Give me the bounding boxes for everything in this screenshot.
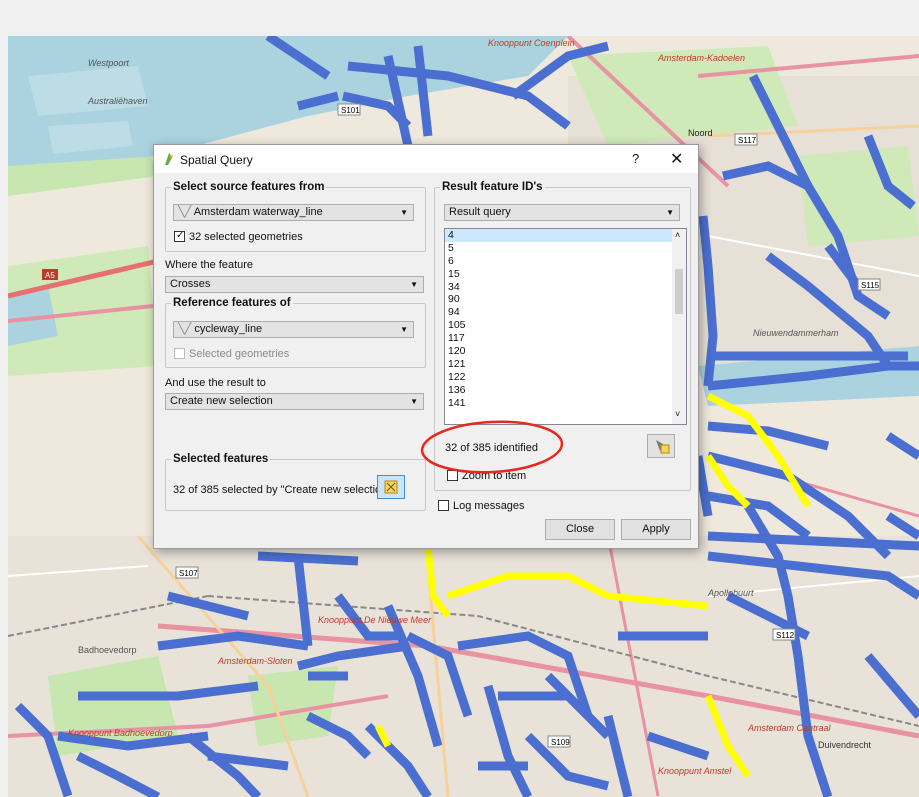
line-layer-icon: ╲╱ — [178, 323, 195, 335]
zoom-selection-icon — [384, 480, 398, 494]
label-knooppunt-coenplein: Knooppunt Coenplein — [488, 38, 575, 48]
label-australiehaven: Australiëhaven — [87, 96, 148, 106]
dialog-titlebar[interactable]: Spatial Query ? ✕ — [154, 145, 698, 173]
scroll-down-icon[interactable]: ˅ — [675, 409, 680, 419]
shield-s101: S101 — [341, 106, 360, 115]
line-layer-icon: ╲╱ — [178, 206, 194, 218]
label-knooppunt-badhoevedorp: Knooppunt Badhoevedorp — [68, 728, 173, 738]
reference-layer-value: cycleway_line — [194, 323, 263, 335]
chevron-down-icon: ▼ — [400, 208, 408, 217]
result-query-value: Result query — [449, 206, 511, 218]
chevron-down-icon: ▼ — [410, 397, 418, 406]
list-item[interactable]: 121 — [445, 358, 672, 371]
chevron-down-icon: ▼ — [410, 280, 418, 289]
source-layer-combo[interactable]: ╲╱ Amsterdam waterway_line ▼ — [173, 204, 414, 221]
predicate-combo[interactable]: Crosses ▼ — [165, 276, 424, 293]
list-item[interactable]: 117 — [445, 332, 672, 345]
source-selected-label: 32 selected geometries — [189, 231, 303, 243]
list-item[interactable]: 15 — [445, 268, 672, 281]
shield-s112: S112 — [776, 631, 795, 640]
list-item[interactable]: 105 — [445, 319, 672, 332]
label-amsterdam-kadoelen: Amsterdam-Kadoelen — [657, 53, 745, 63]
list-item[interactable]: 120 — [445, 345, 672, 358]
where-label: Where the feature — [165, 259, 254, 271]
result-group-title: Result feature ID's — [440, 181, 545, 193]
qgis-plugin-icon — [165, 153, 173, 165]
use-result-label: And use the result to — [165, 377, 266, 389]
predicate-value: Crosses — [170, 278, 211, 290]
shield-s107: S107 — [179, 569, 198, 578]
result-action-combo[interactable]: Create new selection ▼ — [165, 393, 424, 410]
shield-a5: A5 — [45, 271, 55, 280]
reference-group-title: Reference features of — [171, 297, 293, 309]
log-messages-checkbox[interactable] — [438, 500, 449, 511]
scroll-up-icon[interactable]: ˄ — [675, 230, 680, 240]
zoom-to-results-button[interactable] — [647, 434, 675, 458]
label-duivendrecht: Duivendrecht — [818, 740, 872, 750]
label-knooppunt-de-nieuwe-meer: Knooppunt De Nieuwe Meer — [318, 615, 432, 625]
list-item[interactable]: 4 — [445, 229, 672, 242]
list-item[interactable]: 6 — [445, 255, 672, 268]
reference-selected-checkbox[interactable] — [174, 348, 185, 359]
source-layer-value: Amsterdam waterway_line — [193, 206, 323, 218]
label-westpoort: Westpoort — [88, 58, 129, 68]
label-knooppunt-amstel: Knooppunt Amstel — [658, 766, 732, 776]
label-nieuwendammerham: Nieuwendammerham — [753, 328, 839, 338]
list-item[interactable]: 136 — [445, 384, 672, 397]
list-item[interactable]: 141 — [445, 397, 672, 410]
list-item[interactable]: 122 — [445, 371, 672, 384]
source-group-title: Select source features from — [171, 181, 327, 193]
selected-features-text: 32 of 385 selected by "Create new select… — [173, 484, 392, 496]
list-item[interactable]: 90 — [445, 293, 672, 306]
label-amsterdam-centraal: Amsterdam Centraal — [747, 723, 832, 733]
label-amsterdam-sloten: Amsterdam-Sloten — [217, 656, 293, 666]
label-badhoevedorp: Badhoevedorp — [78, 645, 137, 655]
list-item[interactable]: 94 — [445, 306, 672, 319]
reference-layer-combo[interactable]: ╲╱ cycleway_line ▼ — [173, 321, 414, 338]
result-action-value: Create new selection — [170, 395, 273, 407]
shield-s117: S117 — [738, 136, 757, 145]
zoom-to-selection-button[interactable] — [377, 475, 405, 499]
label-noord: Noord — [688, 128, 713, 138]
shield-s109: S109 — [551, 738, 570, 747]
chevron-down-icon: ▼ — [666, 208, 674, 217]
selected-features-title: Selected features — [171, 453, 271, 465]
log-messages-label: Log messages — [453, 500, 525, 512]
result-query-combo[interactable]: Result query ▼ — [444, 204, 680, 221]
list-item[interactable]: 5 — [445, 242, 672, 255]
checkmark-icon: ✓ — [176, 230, 185, 241]
chevron-down-icon: ▼ — [400, 325, 408, 334]
label-apollobuurt: Apollobuurt — [707, 588, 754, 598]
spatial-query-dialog: Spatial Query ? ✕ Select source features… — [153, 144, 699, 549]
close-button[interactable]: Close — [545, 519, 615, 540]
close-x-button[interactable]: ✕ — [670, 149, 683, 169]
list-item[interactable]: 34 — [445, 281, 672, 294]
help-button[interactable]: ? — [632, 151, 639, 166]
scroll-thumb[interactable] — [675, 269, 683, 314]
annotation-circle — [420, 420, 564, 474]
list-scrollbar[interactable]: ˄ ˅ — [672, 229, 686, 424]
dialog-title: Spatial Query — [180, 153, 253, 167]
source-selected-checkbox[interactable]: ✓ — [174, 230, 185, 242]
reference-selected-label: Selected geometries — [189, 348, 290, 360]
result-ids-list[interactable]: 4 5 6 15 34 90 94 105 117 120 121 122 136 141 ˄ ˅ — [444, 228, 687, 425]
apply-button[interactable]: Apply — [621, 519, 691, 540]
top-toolbar-strip — [0, 0, 919, 36]
shield-s115: S115 — [861, 281, 880, 290]
zoom-results-icon — [656, 440, 670, 454]
